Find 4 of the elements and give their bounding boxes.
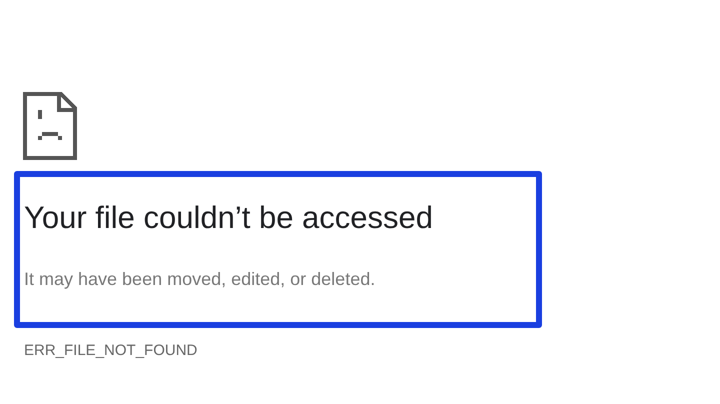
error-heading: Your file couldn’t be accessed xyxy=(24,199,434,237)
sad-file-icon xyxy=(23,92,77,160)
error-code: ERR_FILE_NOT_FOUND xyxy=(24,341,198,361)
error-message: It may have been moved, edited, or deleted. xyxy=(24,268,376,291)
